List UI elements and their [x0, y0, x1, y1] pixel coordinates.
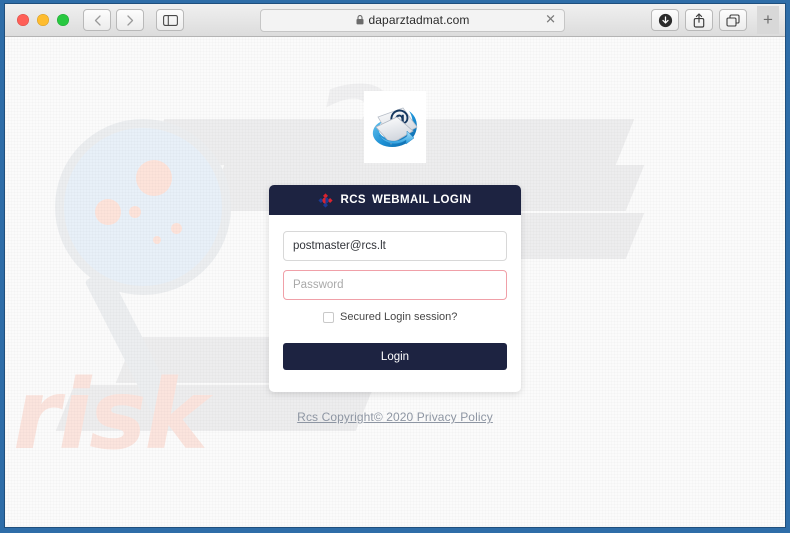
maximize-window-button[interactable] [57, 14, 69, 26]
page-viewport: 2 risk @ RCS WEBMAIL LOGIN postmaster@rc… [5, 37, 785, 526]
screenshot-root: daparztadmat.com ✕ + 2 risk @ RCS WEBMAI… [0, 0, 790, 533]
password-field[interactable] [283, 270, 507, 300]
secured-session-checkbox[interactable] [323, 311, 334, 323]
new-tab-button[interactable]: + [757, 6, 779, 34]
navigation-buttons [83, 9, 144, 31]
close-window-button[interactable] [17, 14, 29, 26]
login-card: RCSWEBMAIL LOGIN Secured Login session? … [269, 185, 521, 392]
url-text: daparztadmat.com [368, 13, 470, 27]
forward-button[interactable] [116, 9, 144, 31]
secured-session-row: Secured Login session? [283, 311, 507, 323]
download-icon [658, 13, 672, 27]
login-card-title: RCS WEBMAIL LOGIN [340, 194, 471, 206]
share-button[interactable] [685, 9, 713, 31]
address-bar[interactable]: daparztadmat.com ✕ [260, 8, 565, 32]
downloads-button[interactable] [651, 9, 679, 31]
close-icon[interactable]: ✕ [545, 14, 556, 27]
browser-window: daparztadmat.com ✕ + 2 risk @ RCS WEBMAI… [5, 4, 785, 527]
window-controls [17, 14, 69, 26]
rcs-logo-icon [318, 192, 334, 208]
chevron-right-icon [126, 14, 133, 26]
sidebar-icon [162, 14, 178, 26]
page-content: @ RCS WEBMAIL LOGIN postmaster@rcs.lt Se… [5, 37, 785, 424]
sidebar-toggle-button[interactable] [156, 9, 184, 31]
footer-link[interactable]: Rcs Copyright© 2020 Privacy Policy [297, 410, 493, 424]
login-card-subtitle: WEBMAIL LOGIN [371, 194, 472, 206]
share-icon [693, 12, 705, 28]
email-field[interactable] [283, 231, 507, 261]
tab-overview-icon [726, 13, 740, 27]
email-at-envelope-icon: @ [372, 106, 418, 148]
login-card-header: RCS WEBMAIL LOGIN [269, 185, 521, 215]
tab-overview-button[interactable] [719, 9, 747, 31]
minimize-window-button[interactable] [37, 14, 49, 26]
browser-toolbar: daparztadmat.com ✕ + [5, 4, 785, 37]
login-card-body: Secured Login session? [269, 215, 521, 323]
email-logo: @ [364, 91, 426, 163]
login-button[interactable]: Login [283, 343, 507, 370]
toolbar-right-buttons: + [651, 6, 779, 34]
lock-icon [356, 15, 364, 25]
login-button-container: Login [269, 323, 521, 392]
login-card-brand: RCS [340, 194, 366, 206]
back-button[interactable] [83, 9, 111, 31]
secured-session-label: Secured Login session? [340, 311, 458, 323]
chevron-left-icon [94, 14, 101, 26]
address-bar-container: daparztadmat.com ✕ [184, 8, 641, 32]
